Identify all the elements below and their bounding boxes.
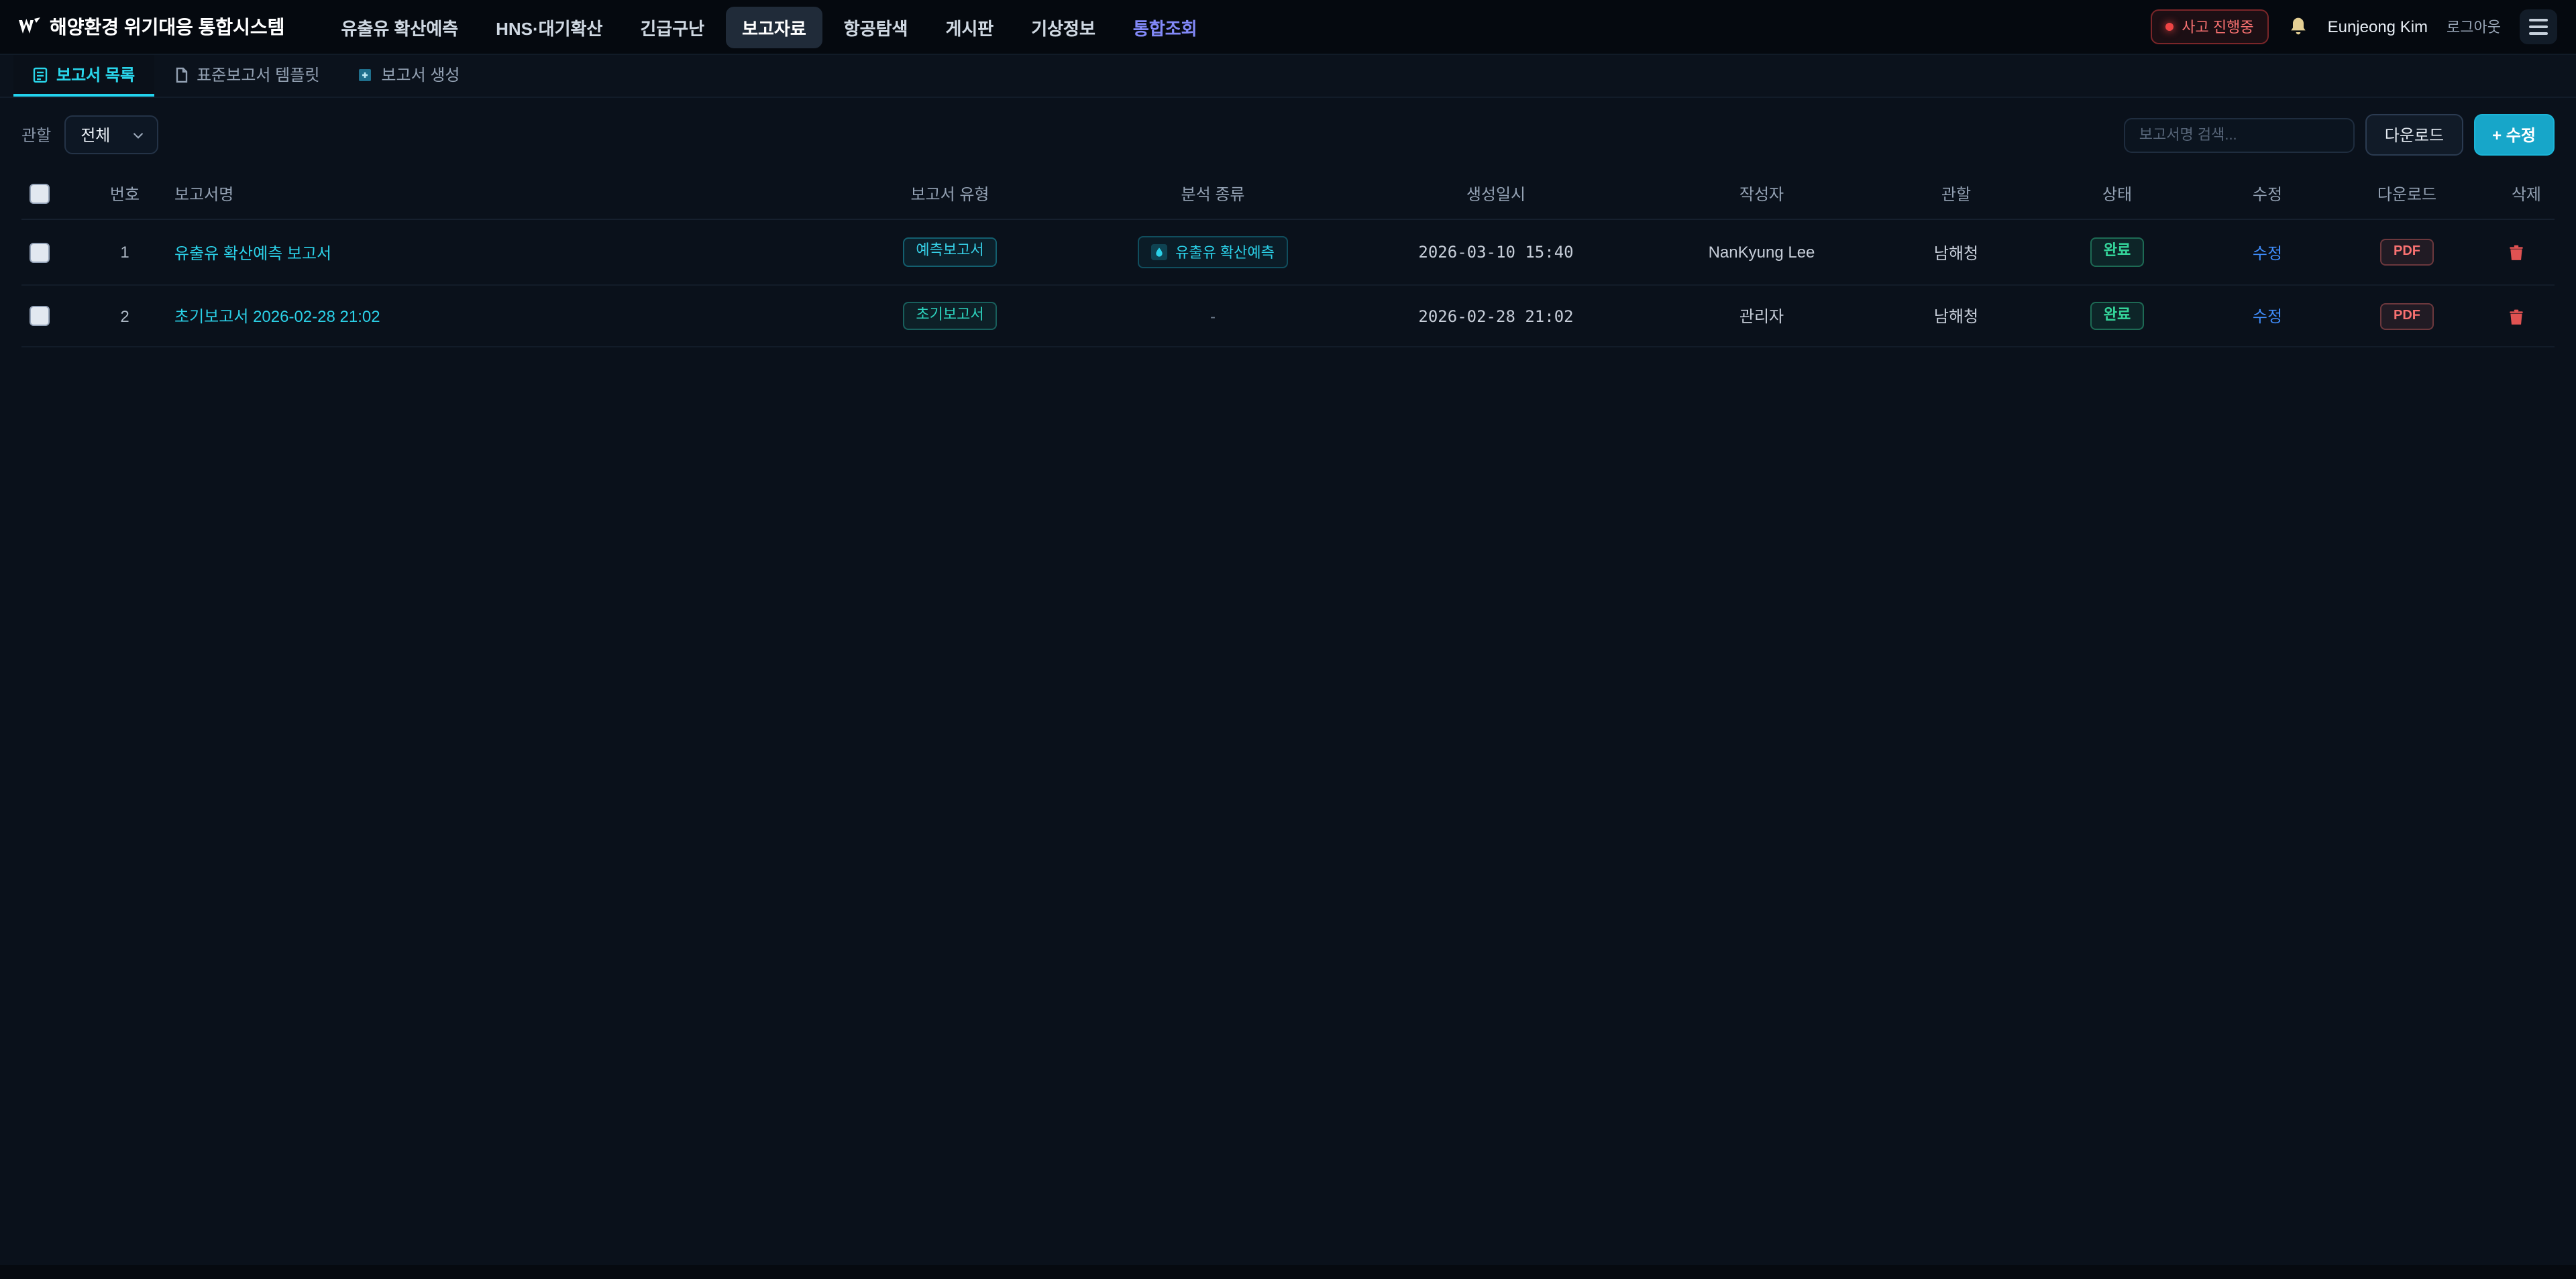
trash-icon	[2507, 244, 2524, 262]
download-button[interactable]: 다운로드	[2366, 114, 2463, 156]
report-name-link[interactable]: 유출유 확산예측 보고서	[174, 243, 331, 262]
author: 관리자	[1648, 285, 1876, 347]
jurisdiction-filter-label: 관할	[21, 123, 51, 146]
pdf-download-badge[interactable]: PDF	[2380, 302, 2434, 329]
user-name: Eunjeong Kim	[2328, 17, 2428, 36]
jurisdiction-select[interactable]: 전체	[64, 115, 158, 154]
pdf-download-badge[interactable]: PDF	[2380, 239, 2434, 266]
header-jurisdiction: 관할	[1876, 169, 2037, 219]
tab-standard-template[interactable]: 표준보고서 템플릿	[154, 55, 338, 97]
oil-spill-icon	[1151, 244, 1167, 260]
logout-button[interactable]: 로그아웃	[2447, 16, 2501, 38]
chevron-down-icon	[131, 128, 145, 142]
delete-button[interactable]	[2507, 309, 2524, 326]
navbar-right: 사고 진행중 Eunjeong Kim 로그아웃	[2151, 9, 2557, 44]
header-report-name: 보고서명	[166, 169, 818, 219]
nav-item-oil-spill-prediction[interactable]: 유출유 확산예측	[325, 6, 474, 48]
tab-report-list-label: 보고서 목록	[56, 63, 135, 86]
footer-strip	[0, 1264, 2576, 1279]
analysis-type-badge: 유출유 확산예측	[1138, 236, 1288, 268]
edit-link[interactable]: 수정	[2253, 243, 2282, 262]
nav-item-hns-air-diffusion[interactable]: HNS·대기확산	[480, 6, 619, 48]
created-at: 2026-03-10 15:40	[1418, 243, 1573, 262]
app-root: 해양환경 위기대응 통합시스템 유출유 확산예측 HNS·대기확산 긴급구난 보…	[0, 0, 2576, 1279]
incident-status-label: 사고 진행중	[2182, 16, 2253, 38]
analysis-type-label: 유출유 확산예측	[1175, 241, 1275, 263]
wing-logo-icon	[19, 17, 40, 36]
header-no: 번호	[83, 169, 166, 219]
table-row: 2 초기보고서 2026-02-28 21:02 초기보고서 - 2026-02…	[21, 285, 2555, 347]
jurisdiction: 남해청	[1876, 219, 2037, 285]
report-search-input[interactable]	[2125, 117, 2355, 152]
nav-item-integrated-search[interactable]: 통합조회	[1117, 6, 1214, 48]
tab-report-list[interactable]: 보고서 목록	[13, 55, 154, 97]
author: NanKyung Lee	[1648, 219, 1876, 285]
report-type-badge: 예측보고서	[902, 238, 997, 266]
filter-toolbar: 관할 전체 다운로드 + 수정	[0, 98, 2576, 169]
brand-title: 해양환경 위기대응 통합시스템	[50, 13, 284, 40]
nav-item-emergency-rescue[interactable]: 긴급구난	[624, 6, 720, 48]
sub-tab-bar: 보고서 목록 표준보고서 템플릿 보고서 생성	[0, 55, 2576, 98]
create-report-icon	[357, 66, 373, 82]
menu-button[interactable]	[2520, 9, 2557, 44]
create-edit-button[interactable]: + 수정	[2473, 114, 2555, 156]
report-list-icon	[32, 66, 48, 82]
delete-button[interactable]	[2507, 244, 2524, 262]
jurisdiction-select-value: 전체	[80, 123, 110, 146]
header-created-at: 생성일시	[1344, 169, 1648, 219]
reports-table: 번호 보고서명 보고서 유형 분석 종류 생성일시 작성자 관할 상태 수정 다…	[21, 169, 2555, 347]
table-row: 1 유출유 확산예측 보고서 예측보고서 유출유 확산예측	[21, 219, 2555, 285]
reports-table-container: 번호 보고서명 보고서 유형 분석 종류 생성일시 작성자 관할 상태 수정 다…	[0, 169, 2576, 347]
nav-item-board[interactable]: 게시판	[929, 6, 1010, 48]
row-number: 2	[83, 285, 166, 347]
main-nav: 유출유 확산예측 HNS·대기확산 긴급구난 보고자료 항공탐색 게시판 기상정…	[325, 6, 1213, 48]
select-all-checkbox[interactable]	[30, 184, 50, 204]
header-author: 작성자	[1648, 169, 1876, 219]
header-delete: 삭제	[2477, 169, 2555, 219]
header-status: 상태	[2037, 169, 2198, 219]
tab-standard-template-label: 표준보고서 템플릿	[197, 63, 319, 86]
row-checkbox[interactable]	[30, 307, 50, 327]
top-navbar: 해양환경 위기대응 통합시스템 유출유 확산예측 HNS·대기확산 긴급구난 보…	[0, 0, 2576, 55]
nav-item-weather-info[interactable]: 기상정보	[1015, 6, 1112, 48]
header-edit: 수정	[2198, 169, 2337, 219]
incident-status-badge[interactable]: 사고 진행중	[2151, 9, 2268, 44]
report-type-badge: 초기보고서	[902, 302, 997, 330]
tab-create-report[interactable]: 보고서 생성	[338, 55, 478, 97]
nav-item-reports[interactable]: 보고자료	[726, 6, 822, 48]
edit-link[interactable]: 수정	[2253, 307, 2282, 326]
report-name-link[interactable]: 초기보고서 2026-02-28 21:02	[174, 307, 380, 326]
template-document-icon	[172, 66, 189, 82]
hamburger-icon	[2529, 19, 2548, 21]
incident-dot-icon	[2165, 23, 2174, 31]
header-download: 다운로드	[2337, 169, 2477, 219]
status-badge: 완료	[2090, 238, 2145, 266]
header-analysis-type: 분석 종류	[1081, 169, 1344, 219]
header-report-type: 보고서 유형	[818, 169, 1081, 219]
brand-logo[interactable]: 해양환경 위기대응 통합시스템	[19, 13, 284, 40]
row-checkbox[interactable]	[30, 242, 50, 262]
analysis-type-empty: -	[1210, 307, 1216, 325]
jurisdiction: 남해청	[1876, 285, 2037, 347]
toolbar-actions: 다운로드 + 수정	[2125, 114, 2555, 156]
bell-icon	[2288, 16, 2309, 38]
trash-icon	[2507, 309, 2524, 326]
table-header-row: 번호 보고서명 보고서 유형 분석 종류 생성일시 작성자 관할 상태 수정 다…	[21, 169, 2555, 219]
tab-create-report-label: 보고서 생성	[381, 63, 460, 86]
nav-item-aerial-search[interactable]: 항공탐색	[828, 6, 924, 48]
status-badge: 완료	[2090, 302, 2145, 330]
row-number: 1	[83, 219, 166, 285]
page: 해양환경 위기대응 통합시스템 유출유 확산예측 HNS·대기확산 긴급구난 보…	[0, 0, 2576, 1279]
created-at: 2026-02-28 21:02	[1418, 307, 1573, 325]
notifications-button[interactable]	[2288, 16, 2309, 38]
